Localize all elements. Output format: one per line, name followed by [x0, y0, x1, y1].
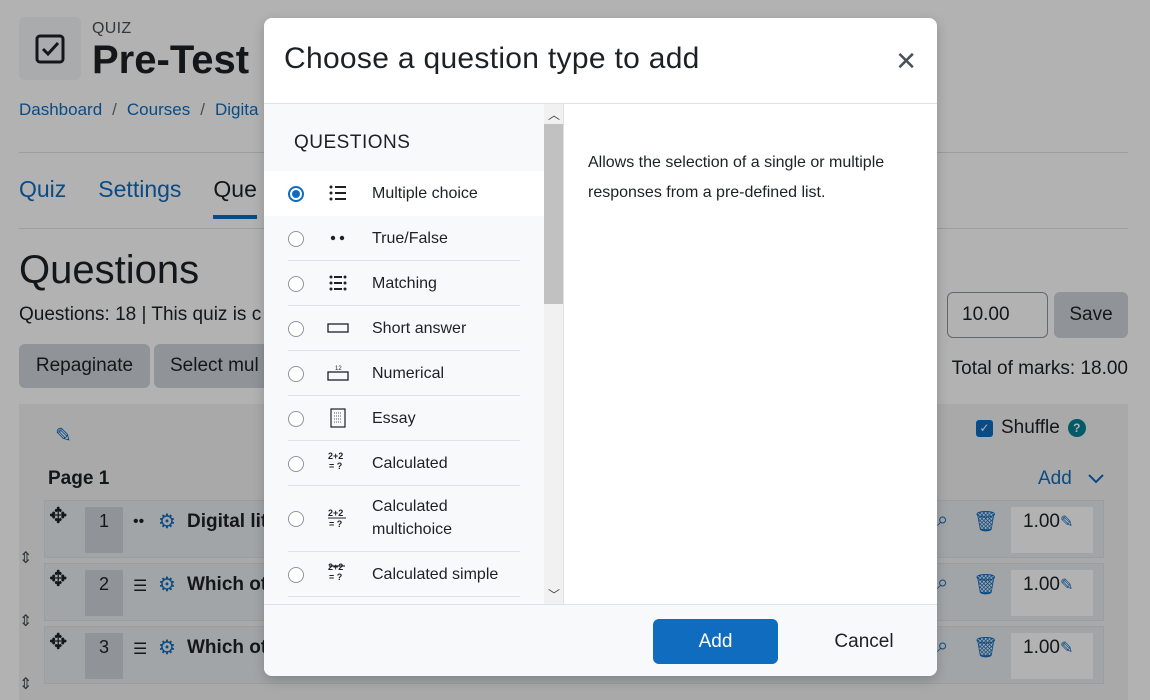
- svg-text:2+2: 2+2: [328, 451, 343, 461]
- modal-header: Choose a question type to add ✕: [264, 18, 937, 104]
- cancel-button[interactable]: Cancel: [804, 619, 924, 664]
- modal-body: QUESTIONS Multiple choice True/False Mat…: [264, 104, 937, 604]
- matching-icon: [326, 271, 350, 295]
- scroll-down-icon[interactable]: ﹀: [548, 586, 560, 603]
- option-label: True/False: [372, 230, 448, 247]
- radio-button[interactable]: [288, 321, 304, 337]
- true-false-icon: [326, 226, 350, 250]
- list-heading: QUESTIONS: [294, 132, 411, 153]
- option-label: Calculated simple: [372, 566, 499, 583]
- radio-button[interactable]: [288, 276, 304, 292]
- option-matching[interactable]: Matching: [264, 261, 544, 306]
- option-label: Numerical: [372, 365, 445, 382]
- list-scrollbar[interactable]: ︿ ﹀: [544, 104, 563, 604]
- svg-text:12: 12: [335, 366, 342, 372]
- option-true-false[interactable]: True/False: [264, 216, 544, 261]
- question-type-description: Allows the selection of a single or mult…: [588, 154, 885, 201]
- scroll-up-icon[interactable]: ︿: [548, 106, 560, 123]
- option-label: Essay: [372, 410, 416, 427]
- calculated-multichoice-icon: 2+2 = ?: [326, 506, 350, 530]
- calculated-icon: 2+2 = ?: [326, 449, 350, 473]
- radio-button[interactable]: [288, 186, 304, 202]
- question-type-list: QUESTIONS Multiple choice True/False Mat…: [264, 104, 564, 604]
- radio-button[interactable]: [288, 456, 304, 472]
- radio-button[interactable]: [288, 231, 304, 247]
- calculated-simple-icon: 2+2 = ?: [326, 560, 350, 584]
- question-type-chooser-modal: Choose a question type to add ✕ QUESTION…: [264, 18, 937, 676]
- option-calculated-simple[interactable]: 2+2 = ? Calculated simple: [264, 552, 544, 597]
- svg-text:= ?: = ?: [329, 461, 342, 471]
- add-button[interactable]: Add: [653, 619, 778, 664]
- option-calculated[interactable]: 2+2 = ? Calculated: [264, 441, 544, 486]
- modal-footer: Add Cancel: [264, 604, 937, 676]
- svg-text:= ?: = ?: [329, 519, 342, 529]
- scrollbar-thumb[interactable]: [544, 124, 563, 304]
- option-label: Calculated: [372, 455, 448, 472]
- option-label: Short answer: [372, 320, 467, 337]
- option-label: Matching: [372, 275, 437, 292]
- option-multiple-choice[interactable]: Multiple choice: [264, 171, 544, 216]
- radio-button[interactable]: [288, 511, 304, 527]
- option-essay[interactable]: Essay: [264, 396, 544, 441]
- short-answer-icon: [326, 316, 350, 340]
- option-short-answer[interactable]: Short answer: [264, 306, 544, 351]
- divider: [288, 596, 520, 597]
- radio-button[interactable]: [288, 411, 304, 427]
- radio-button[interactable]: [288, 567, 304, 583]
- svg-text:= ?: = ?: [329, 572, 342, 582]
- radio-button[interactable]: [288, 366, 304, 382]
- svg-text:2+2: 2+2: [328, 508, 343, 518]
- option-label: Calculated multichoice: [372, 498, 453, 538]
- svg-text:2+2: 2+2: [328, 562, 343, 572]
- multiple-choice-icon: [326, 181, 350, 205]
- option-calculated-multichoice[interactable]: 2+2 = ? Calculated multichoice: [264, 486, 544, 552]
- option-numerical[interactable]: 12 Numerical: [264, 351, 544, 396]
- modal-title: Choose a question type to add: [284, 42, 700, 75]
- option-label: Multiple choice: [372, 185, 478, 202]
- close-icon[interactable]: ✕: [895, 48, 917, 74]
- numerical-icon: 12: [326, 361, 350, 385]
- essay-icon: [326, 406, 350, 430]
